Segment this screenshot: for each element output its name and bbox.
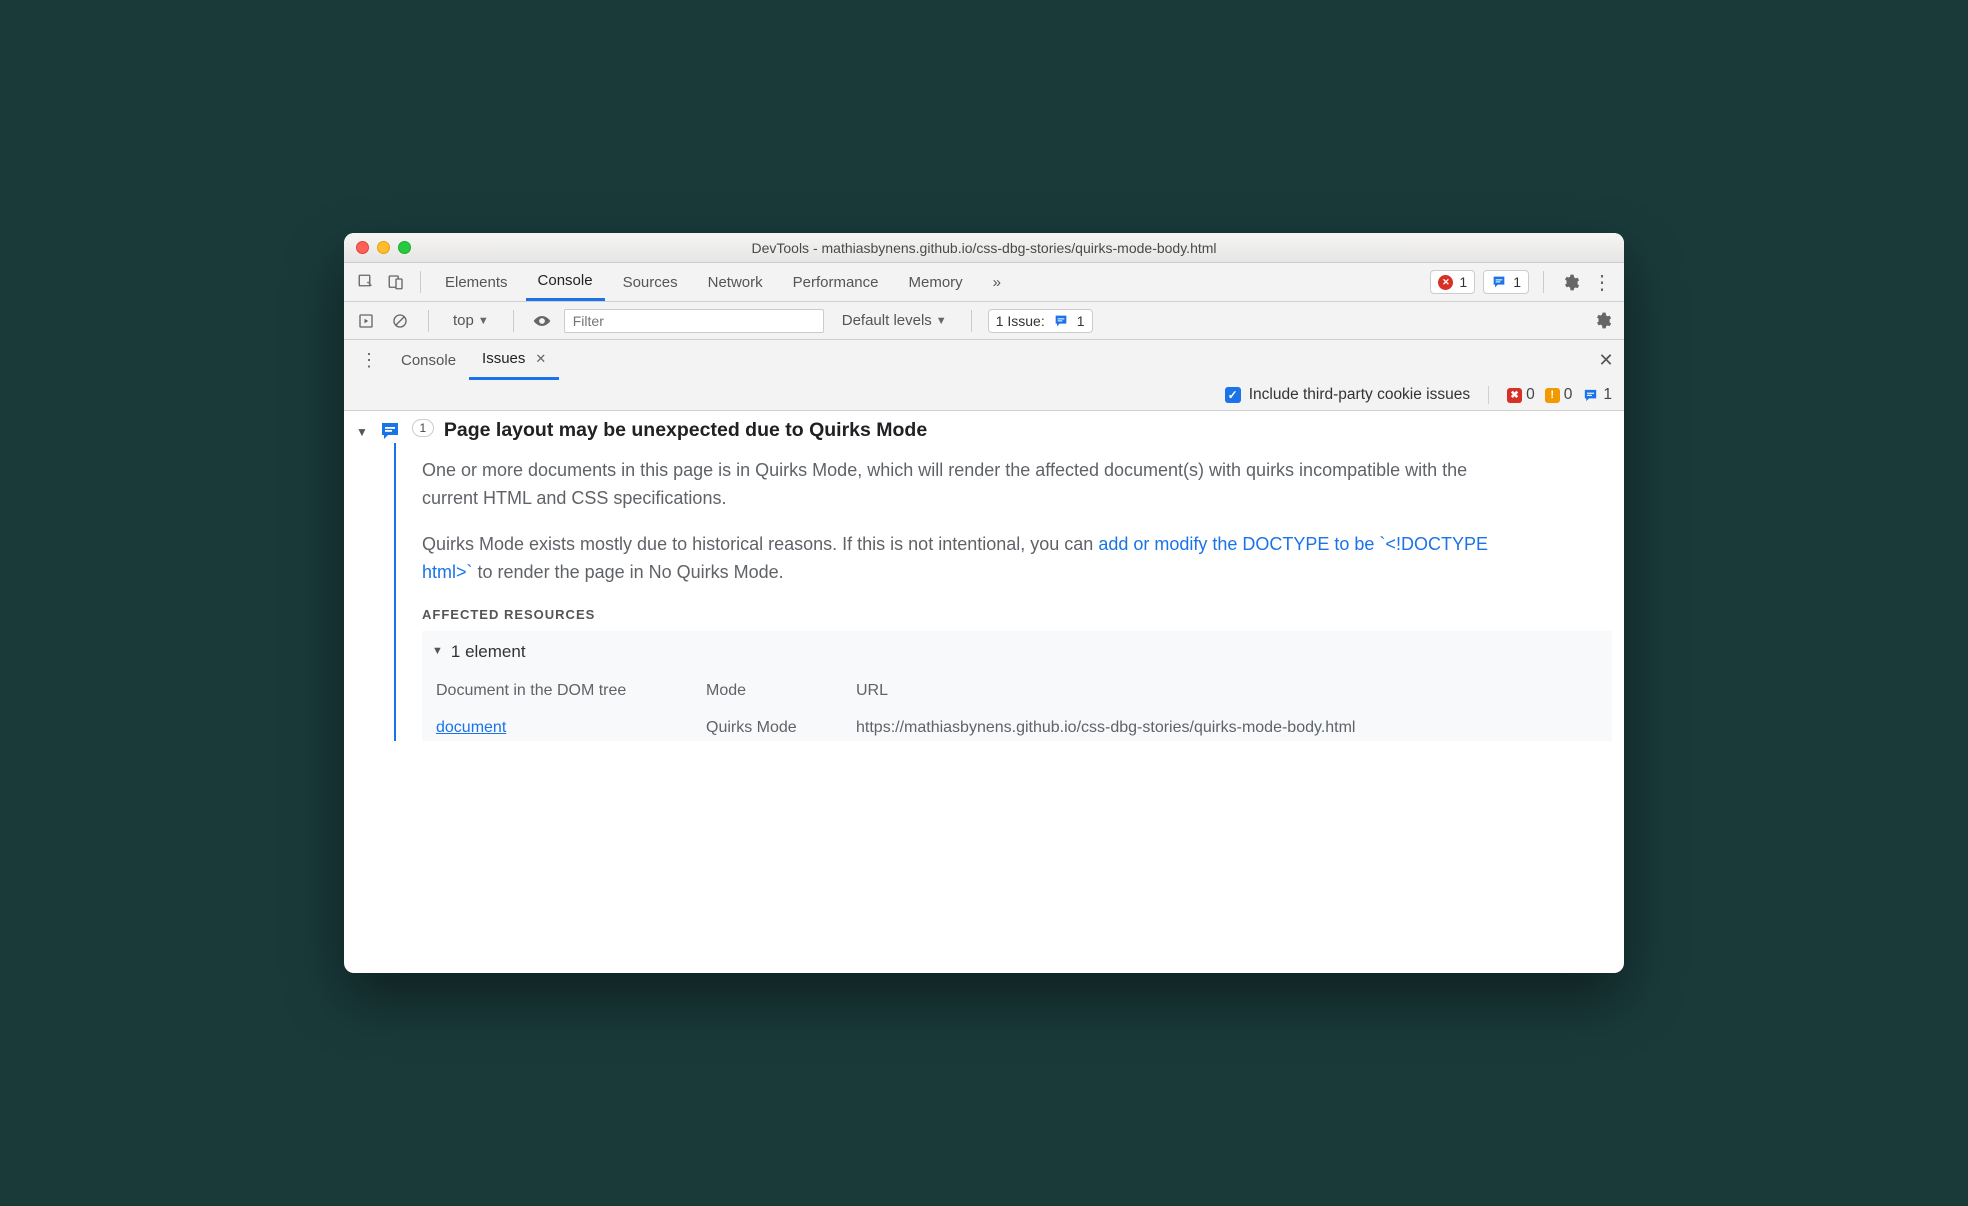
close-drawer-icon[interactable]: ✕	[1594, 348, 1618, 372]
mode-cell: Quirks Mode	[702, 712, 852, 741]
console-settings-icon[interactable]	[1590, 309, 1614, 333]
message-count: 1	[1513, 274, 1521, 290]
chevron-down-icon: ▼	[936, 315, 947, 327]
window-title: DevTools - mathiasbynens.github.io/css-d…	[344, 240, 1624, 256]
issue-body: One or more documents in this page is in…	[394, 443, 1612, 741]
message-badge-icon	[1582, 387, 1599, 404]
drawer-tabs-bar: ⋮ Console Issues ✕ ✕ Include third-party…	[344, 340, 1624, 411]
separator	[1543, 271, 1544, 293]
titlebar: DevTools - mathiasbynens.github.io/css-d…	[344, 233, 1624, 263]
url-cell: https://mathiasbynens.github.io/css-dbg-…	[852, 712, 1602, 741]
col-mode: Mode	[702, 673, 852, 712]
issues-pill[interactable]: 1 Issue: 1	[988, 309, 1093, 333]
chevron-down-icon: ▼	[478, 315, 489, 327]
caret-down-icon: ▼	[432, 643, 443, 660]
error-count-pill[interactable]: 1	[1430, 270, 1475, 294]
tab-memory[interactable]: Memory	[897, 263, 975, 301]
error-badge-icon	[1507, 388, 1522, 403]
issue-counts: 0 0 1	[1507, 386, 1612, 404]
minimize-window-button[interactable]	[377, 241, 390, 254]
issue-header[interactable]: ▼ 1 Page layout may be unexpected due to…	[356, 419, 1612, 443]
affected-resources-label: AFFECTED RESOURCES	[422, 605, 1612, 625]
affected-resources-box: ▼ 1 element Document in the DOM tree Mod…	[422, 631, 1612, 741]
settings-icon[interactable]	[1558, 270, 1582, 294]
window-controls	[356, 241, 411, 254]
maximize-window-button[interactable]	[398, 241, 411, 254]
filter-input[interactable]	[564, 309, 824, 333]
caret-down-icon: ▼	[356, 425, 368, 439]
more-tabs-icon[interactable]: »	[981, 263, 1013, 301]
drawer-more-icon[interactable]: ⋮	[350, 350, 388, 371]
issue-count-badge: 1	[412, 419, 434, 437]
close-window-button[interactable]	[356, 241, 369, 254]
issue-description-1: One or more documents in this page is in…	[422, 457, 1502, 513]
message-count-pill[interactable]: 1	[1483, 270, 1529, 294]
clear-icon[interactable]	[388, 309, 412, 333]
affected-table: Document in the DOM tree Mode URL docume…	[432, 673, 1602, 741]
message-icon	[1053, 313, 1069, 329]
issues-options-row: Include third-party cookie issues 0 0 1	[344, 380, 1624, 410]
third-party-checkbox[interactable]: Include third-party cookie issues	[1225, 386, 1470, 404]
issue-title: Page layout may be unexpected due to Qui…	[444, 419, 927, 442]
tab-network[interactable]: Network	[696, 263, 775, 301]
log-levels-selector[interactable]: Default levels ▼	[834, 302, 955, 340]
error-icon	[1438, 275, 1453, 290]
message-icon	[378, 419, 402, 443]
affected-count-row[interactable]: ▼ 1 element	[432, 639, 1602, 665]
tab-sources[interactable]: Sources	[611, 263, 690, 301]
checked-icon	[1225, 387, 1241, 403]
document-link[interactable]: document	[436, 719, 506, 736]
more-icon[interactable]: ⋮	[1590, 270, 1614, 294]
message-icon	[1491, 274, 1507, 290]
inspect-icon[interactable]	[354, 270, 378, 294]
separator	[428, 310, 429, 332]
context-selector[interactable]: top ▼	[445, 302, 497, 340]
issues-panel: ▼ 1 Page layout may be unexpected due to…	[344, 411, 1624, 973]
tab-console[interactable]: Console	[526, 263, 605, 301]
drawer-tab-console[interactable]: Console	[388, 341, 469, 380]
col-url: URL	[852, 673, 1602, 712]
execute-icon[interactable]	[354, 309, 378, 333]
console-toolbar: top ▼ Default levels ▼ 1 Issue: 1	[344, 302, 1624, 340]
drawer-tab-issues[interactable]: Issues ✕	[469, 341, 559, 380]
separator	[420, 271, 421, 293]
device-mode-icon[interactable]	[384, 270, 408, 294]
error-count: 1	[1459, 274, 1467, 290]
tab-performance[interactable]: Performance	[781, 263, 891, 301]
main-toolbar: Elements Console Sources Network Perform…	[344, 263, 1624, 302]
separator	[1488, 386, 1489, 404]
col-doc: Document in the DOM tree	[432, 673, 702, 712]
separator	[971, 310, 972, 332]
warning-badge-icon	[1545, 388, 1560, 403]
devtools-window: DevTools - mathiasbynens.github.io/css-d…	[344, 233, 1624, 973]
close-tab-icon[interactable]: ✕	[535, 351, 546, 367]
separator	[513, 310, 514, 332]
tab-elements[interactable]: Elements	[433, 263, 520, 301]
live-expression-icon[interactable]	[530, 309, 554, 333]
issue-description-2: Quirks Mode exists mostly due to histori…	[422, 531, 1502, 587]
